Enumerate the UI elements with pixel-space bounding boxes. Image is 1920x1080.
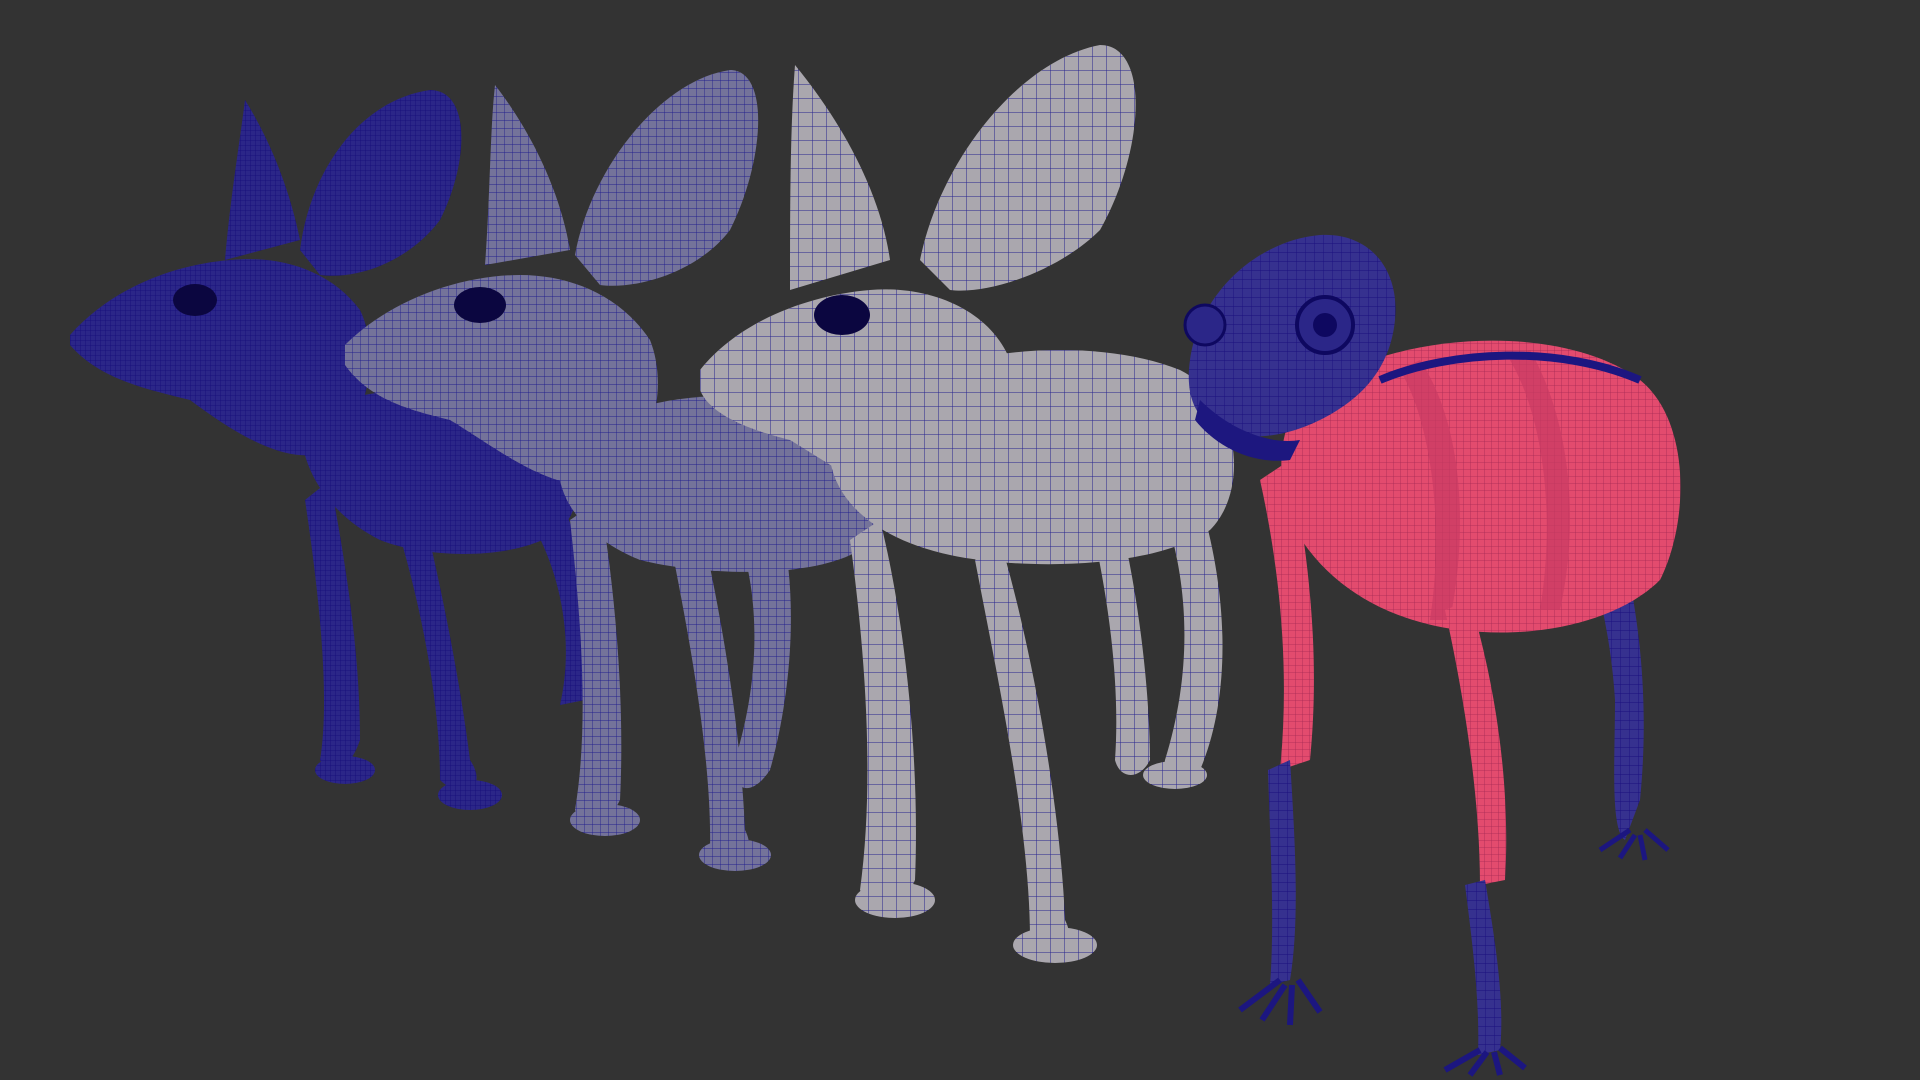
fox4-eye-socket xyxy=(1183,303,1227,347)
fox1-ear-left xyxy=(225,100,300,260)
fox1-front-leg-left xyxy=(305,480,360,771)
fox4-front-leg2-muscle xyxy=(1445,600,1507,885)
fox4-front-leg2-bone xyxy=(1465,880,1502,1055)
fox3-ear-left xyxy=(790,65,890,290)
fox1-ear-right xyxy=(300,90,462,276)
fox1-paw xyxy=(438,780,502,810)
fox-muscle-skeleton[interactable] xyxy=(1183,234,1681,1077)
scene-canvas[interactable] xyxy=(0,0,1920,1080)
fox4-toe-bones xyxy=(1238,977,1323,1026)
fox3-paw xyxy=(855,882,935,918)
fox2-ear-right xyxy=(575,70,759,286)
3d-viewport[interactable] xyxy=(0,0,1920,1080)
fox4-toe-bones xyxy=(1598,827,1670,861)
fox2-paw xyxy=(699,839,771,871)
fox1-head xyxy=(70,259,370,456)
fox3-front-leg-left xyxy=(850,520,916,908)
fox1-paw xyxy=(315,756,375,784)
fox2-eye xyxy=(454,287,506,323)
fox3-paw xyxy=(1143,761,1207,789)
fox3-eye xyxy=(814,295,870,335)
fox1-eye xyxy=(173,284,217,316)
fox3-hind-leg-far xyxy=(1095,520,1150,775)
fox3-ear-right xyxy=(920,45,1136,291)
fox4-eye-socket-inner xyxy=(1313,313,1337,337)
fox3-front-leg-right xyxy=(975,540,1070,951)
fox4-front-leg-bone xyxy=(1268,760,1296,985)
fox2-ear-left xyxy=(485,85,570,265)
fox3-paw xyxy=(1013,927,1097,963)
fox2-paw xyxy=(570,804,640,836)
fox4-toe-bones xyxy=(1443,1045,1527,1077)
